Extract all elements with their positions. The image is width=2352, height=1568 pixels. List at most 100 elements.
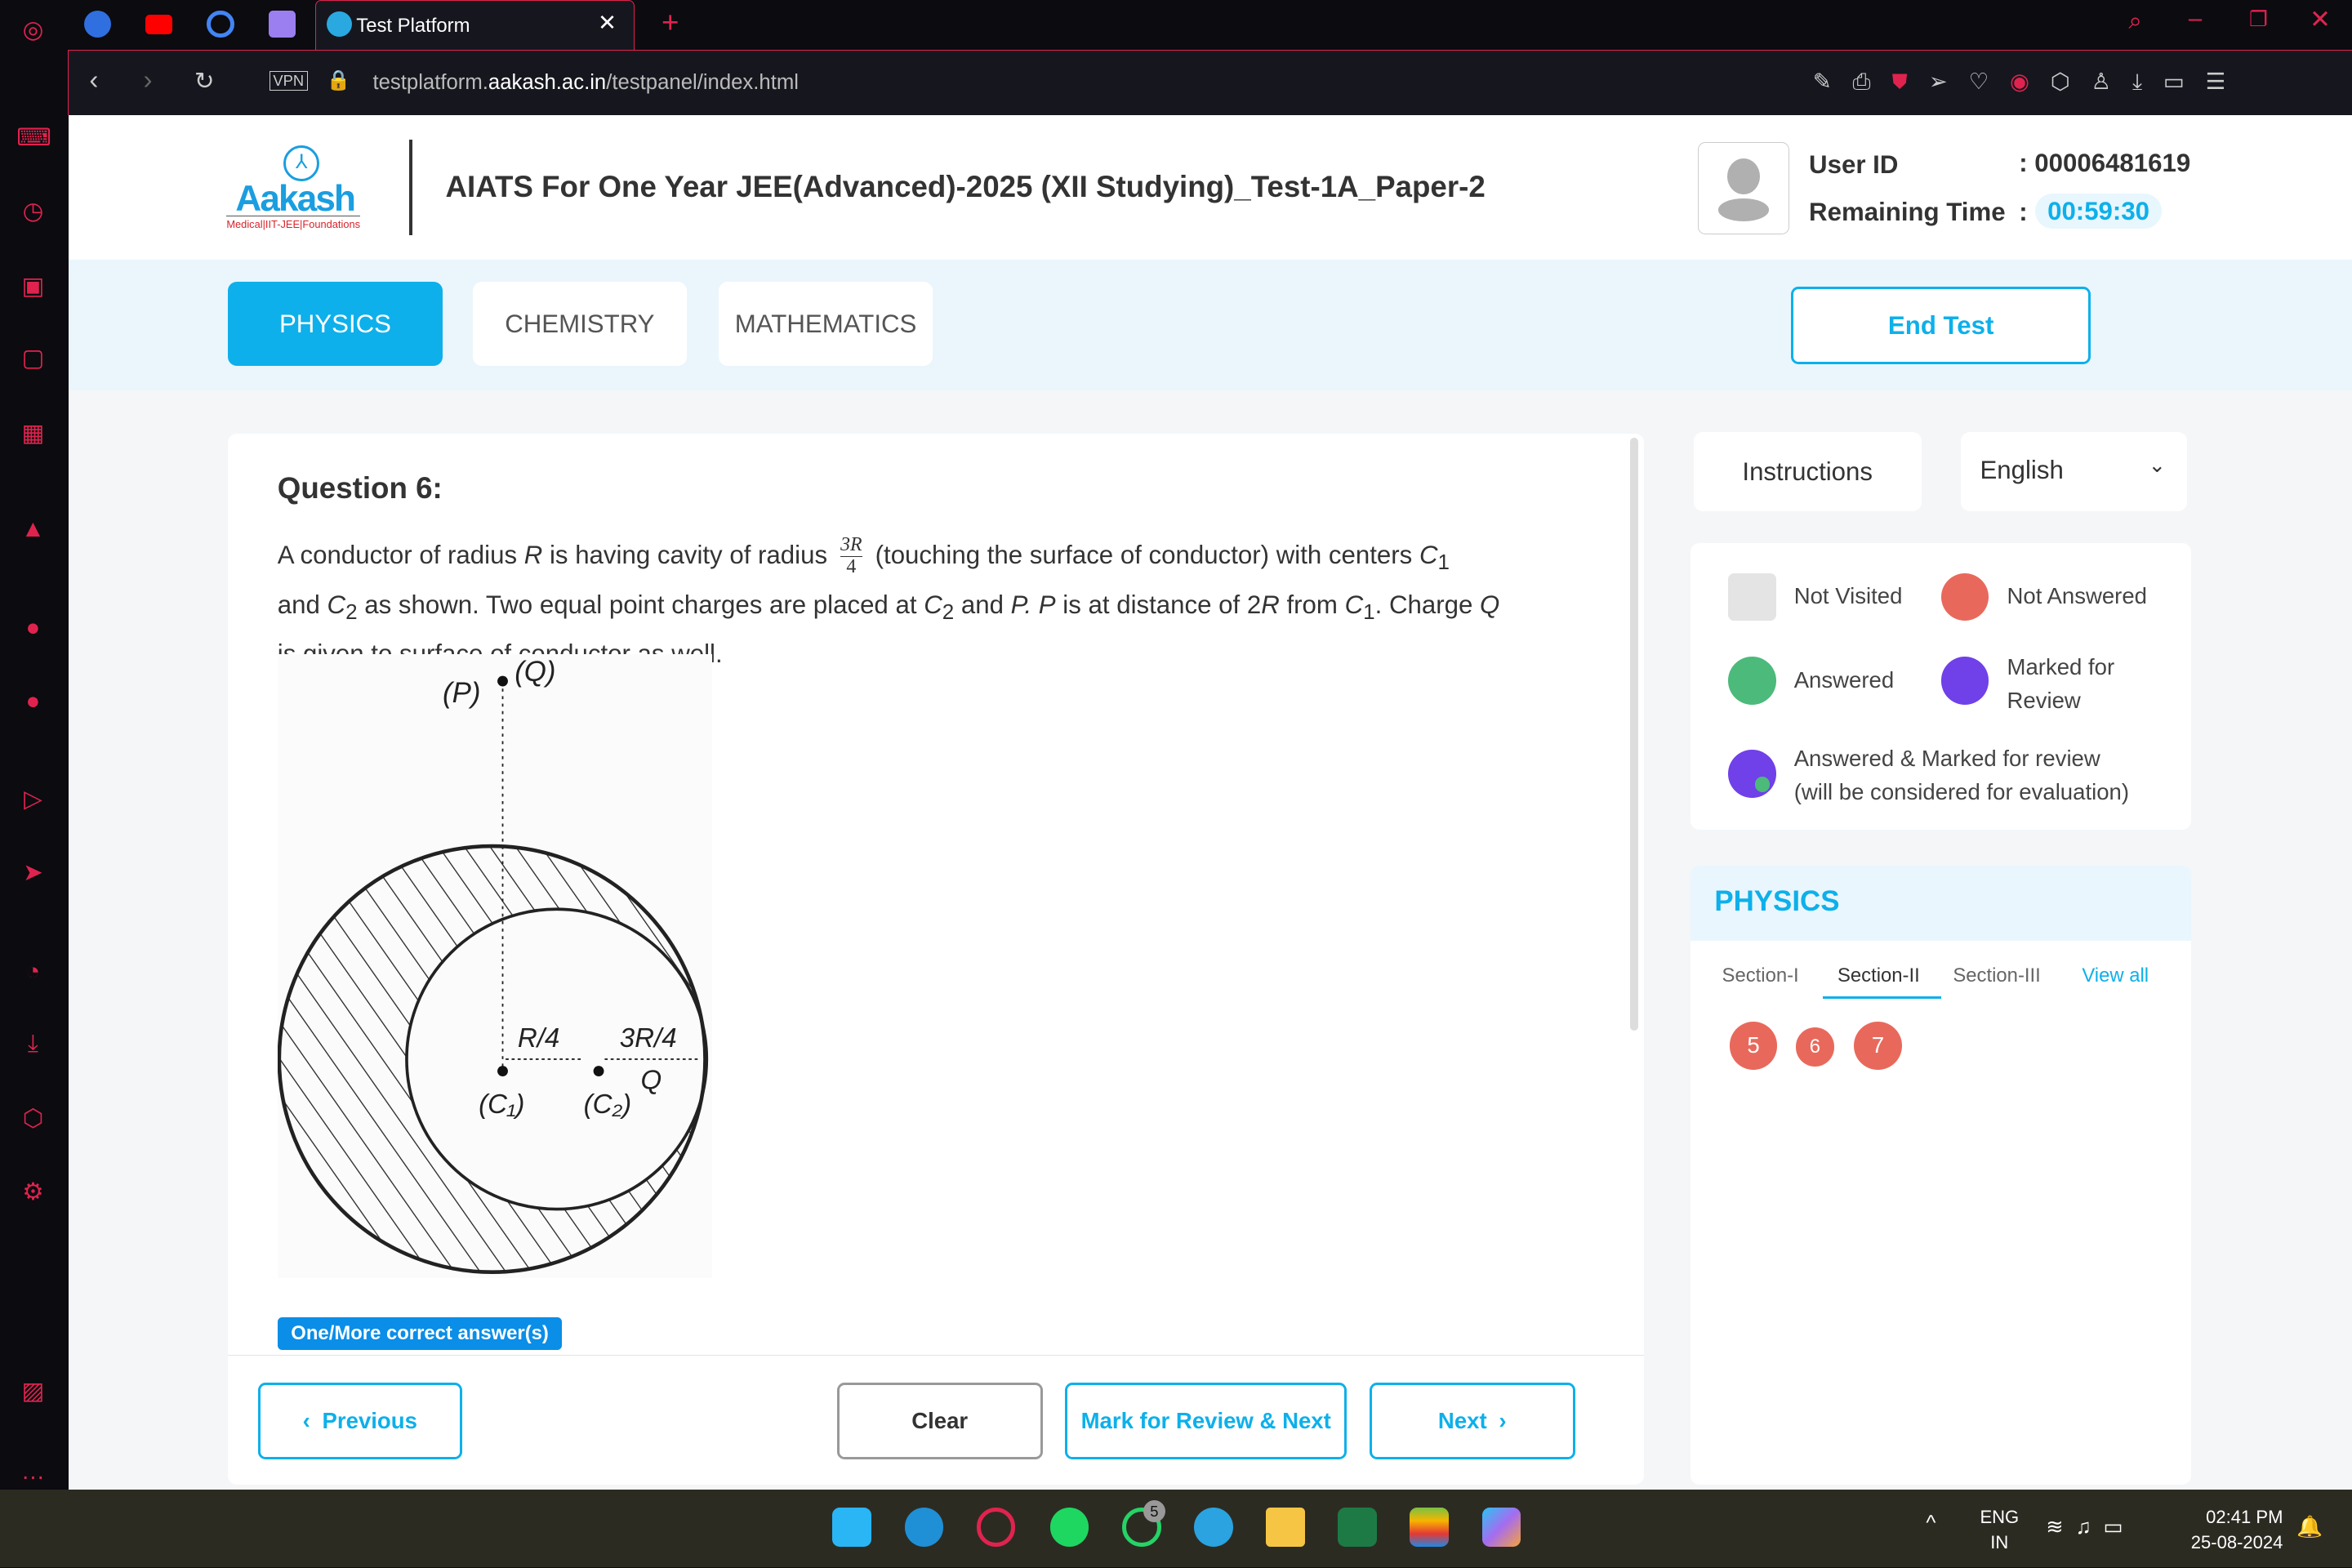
remaining-time-label: Remaining Time xyxy=(1809,198,2006,227)
test-title: AIATS For One Year JEE(Advanced)-2025 (X… xyxy=(445,169,1486,203)
lens-tab-icon[interactable] xyxy=(207,10,234,38)
mark-review-next-button[interactable]: Mark for Review & Next xyxy=(1065,1383,1348,1460)
next-button[interactable]: Next › xyxy=(1369,1383,1575,1460)
language-indicator[interactable]: ENG IN xyxy=(1980,1504,2019,1555)
legend-not-visited: Not Visited xyxy=(1793,583,1903,609)
edge-icon[interactable] xyxy=(904,1507,944,1547)
label-q: (Q) xyxy=(514,656,555,688)
start-icon[interactable] xyxy=(832,1507,872,1547)
restore-button[interactable]: ❐ xyxy=(2249,7,2268,32)
user-id-label: User ID xyxy=(1809,149,1899,179)
download-icon[interactable]: ⤓ xyxy=(16,1027,49,1060)
whatsapp-badge: 5 xyxy=(1143,1499,1166,1523)
telegram-icon[interactable]: ● xyxy=(16,685,49,718)
copilot-icon[interactable] xyxy=(1481,1507,1521,1547)
aakash-favicon-icon xyxy=(326,11,352,38)
gamepad-icon[interactable]: ⌨ xyxy=(16,122,51,154)
palette-title: PHYSICS xyxy=(1714,884,1840,917)
gem-tab-icon[interactable] xyxy=(268,10,296,38)
reload-button[interactable]: ↻ xyxy=(194,67,215,96)
charge-p xyxy=(497,675,508,687)
twitch-icon[interactable]: ▢ xyxy=(16,342,49,375)
legend-answered: Answered xyxy=(1793,667,1895,693)
label-c2: (C₂) xyxy=(583,1089,630,1120)
address-bar: ‹ › ↻ VPN 🔒 testplatform.aakash.ac.in/te… xyxy=(67,49,2352,116)
notification-bell-icon[interactable]: 🔔 xyxy=(2296,1515,2323,1539)
opera-taskbar-icon[interactable] xyxy=(976,1507,1016,1547)
wordpress-tab-icon[interactable] xyxy=(83,10,111,38)
not-visited-icon xyxy=(1727,572,1776,621)
fraction: 3R 4 xyxy=(840,534,862,578)
tray-chevron-icon[interactable]: ^ xyxy=(1926,1512,1936,1535)
close-window-button[interactable]: ✕ xyxy=(2310,5,2331,34)
tab-chemistry[interactable]: CHEMISTRY xyxy=(472,282,688,367)
excel-icon[interactable] xyxy=(1338,1507,1378,1547)
settings-icon[interactable]: ⚙ xyxy=(16,1176,49,1209)
palette-question-6[interactable]: 6 xyxy=(1795,1027,1835,1067)
section-tab-2[interactable]: Section-II xyxy=(1838,964,1920,987)
palette-question-5[interactable]: 5 xyxy=(1729,1021,1778,1070)
opera-logo-icon[interactable]: ◎ xyxy=(16,14,49,47)
forward-button[interactable]: › xyxy=(143,65,152,96)
tab-title: Test Platform xyxy=(356,14,470,37)
bluestacks-icon[interactable] xyxy=(1410,1507,1450,1547)
language-select[interactable]: English ⌄ xyxy=(1960,431,2187,512)
avatar xyxy=(1698,142,1790,234)
section-tab-3[interactable]: Section-III xyxy=(1953,964,2040,987)
file-explorer-icon[interactable] xyxy=(1266,1507,1305,1547)
question-diagram: (P) (Q) R/4 3R/4 (C₁) (C₂) Q xyxy=(277,653,713,1278)
close-tab-icon[interactable]: ✕ xyxy=(598,10,617,36)
instructions-button[interactable]: Instructions xyxy=(1693,431,1922,512)
end-test-button[interactable]: End Test xyxy=(1791,286,2091,365)
section-tab-1[interactable]: Section-I xyxy=(1722,964,1799,987)
more-icon[interactable]: … xyxy=(16,1455,49,1488)
bag-icon[interactable]: ▣ xyxy=(16,270,49,303)
chevron-down-icon: ⌄ xyxy=(2148,453,2167,477)
toolbar-icons[interactable]: ✎⎙⛊➢♡◉⬡♙⤓▭☰ xyxy=(1813,69,2247,96)
url-field[interactable]: testplatform.aakash.ac.in/testpanel/inde… xyxy=(372,71,799,95)
player-icon[interactable]: ▷ xyxy=(16,783,49,816)
clock[interactable]: 02:41 PM 25-08-2024 xyxy=(2172,1504,2283,1555)
question-scrollbar[interactable] xyxy=(1630,438,1638,1031)
tab-test-platform[interactable]: Test Platform ✕ xyxy=(314,0,635,51)
answered-icon xyxy=(1727,657,1776,706)
tray-icons[interactable]: ≋♫▭ xyxy=(2046,1515,2135,1539)
legend-answered-marked-note: (will be considered for evaluation) xyxy=(1793,778,2130,804)
telegram-taskbar-icon[interactable] xyxy=(1194,1507,1233,1547)
spotify-icon[interactable] xyxy=(1049,1507,1089,1547)
vpn-badge[interactable]: VPN xyxy=(269,71,308,91)
youtube-tab-icon[interactable] xyxy=(145,15,173,35)
answered-marked-icon xyxy=(1727,750,1776,799)
cube-icon[interactable]: ⬡ xyxy=(16,1102,49,1135)
palette-question-7[interactable]: 7 xyxy=(1854,1021,1902,1070)
question-palette xyxy=(1690,865,2192,1486)
image-icon[interactable]: ▨ xyxy=(16,1375,49,1408)
minimize-button[interactable]: – xyxy=(2189,5,2202,33)
label-c1: (C₁) xyxy=(479,1089,524,1120)
speed-dial-icon[interactable]: ◷ xyxy=(16,195,49,228)
label-r4: R/4 xyxy=(518,1023,559,1054)
logo-tagline: Medical|IIT-JEE|Foundations xyxy=(226,216,361,230)
test-header: ⅄ Aakash Medical|IIT-JEE|Foundations AIA… xyxy=(69,115,2352,260)
aria-icon[interactable]: ▲ xyxy=(16,513,49,546)
remaining-time-value: 00:59:30 xyxy=(2035,193,2162,229)
legend-answered-marked: Answered & Marked for review xyxy=(1793,746,2100,772)
center-c1 xyxy=(497,1065,508,1076)
send-icon[interactable]: ➤ xyxy=(16,857,49,889)
clear-button[interactable]: Clear xyxy=(836,1383,1043,1460)
lock-icon[interactable]: 🔒 xyxy=(327,69,351,92)
search-tabs-icon[interactable]: ⌕ xyxy=(2128,7,2141,35)
whatsapp-icon[interactable]: ● xyxy=(16,612,49,644)
nav-divider xyxy=(228,1354,1645,1356)
chip-icon[interactable]: ▦ xyxy=(16,417,49,450)
view-all-link[interactable]: View all xyxy=(2082,964,2149,987)
legend-marked: Marked for Review xyxy=(2007,654,2115,713)
tab-mathematics[interactable]: MATHEMATICS xyxy=(718,282,933,367)
back-button[interactable]: ‹ xyxy=(89,65,98,96)
user-id-value: : 00006481619 xyxy=(2019,148,2191,177)
history-icon[interactable]: ◔ xyxy=(16,956,49,988)
center-c2 xyxy=(593,1065,604,1076)
tab-physics[interactable]: PHYSICS xyxy=(228,282,443,367)
new-tab-button[interactable]: + xyxy=(662,6,679,40)
previous-button[interactable]: ‹ Previous xyxy=(257,1383,462,1460)
